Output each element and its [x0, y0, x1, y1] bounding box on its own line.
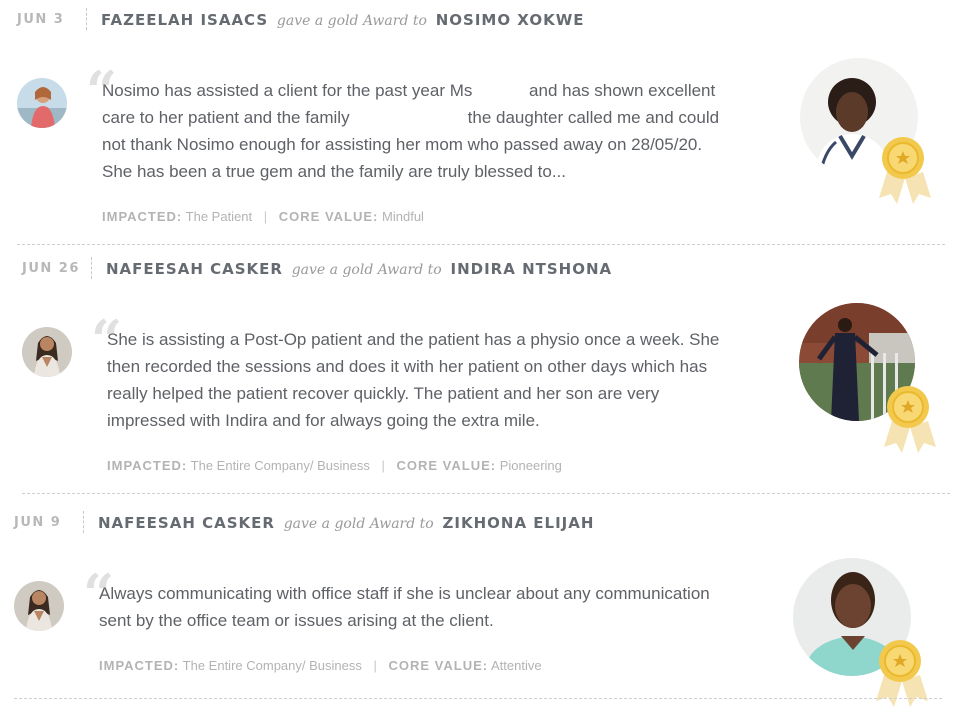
message-line: then recorded the sessions and does it w… [107, 357, 708, 376]
giver-avatar[interactable] [22, 327, 72, 377]
receiver-name[interactable]: ZIKHONA ELIJAH [443, 514, 595, 532]
award-action-text: gave a gold Award to [283, 516, 434, 532]
message-line: impressed with Indira and for always goi… [107, 411, 540, 430]
person-photo-icon [17, 78, 67, 128]
header-separator [86, 8, 87, 30]
core-value-value: Attentive [491, 658, 542, 673]
giver-name[interactable]: NAFEESAH CASKER [106, 260, 283, 278]
award-message: Always communicating with office staff i… [99, 580, 739, 634]
core-value-label: CORE VALUE: [388, 658, 489, 673]
impacted-label: IMPACTED: [107, 458, 188, 473]
meta-separator: | [373, 658, 377, 673]
award-meta: IMPACTED: The Entire Company/ Business |… [107, 458, 562, 473]
message-line: She has been a true gem and the family a… [102, 162, 566, 181]
award-action-text: gave a gold Award to [276, 13, 427, 29]
header-separator [91, 257, 92, 279]
entry-divider [22, 493, 950, 494]
message-line: care to her patient and the family the d… [102, 108, 720, 127]
receiver-name[interactable]: NOSIMO XOKWE [436, 11, 585, 29]
award-date: JUN 26 [22, 261, 80, 276]
award-action-text: gave a gold Award to [291, 262, 442, 278]
receiver-name[interactable]: INDIRA NTSHONA [451, 260, 613, 278]
impacted-value: The Entire Company/ Business [190, 458, 370, 473]
message-line: Always communicating with office staff i… [99, 584, 710, 603]
award-message: Nosimo has assisted a client for the pas… [102, 77, 742, 185]
award-date: JUN 3 [17, 12, 65, 27]
message-line: sent by the office team or issues arisin… [99, 611, 494, 630]
giver-avatar[interactable] [17, 78, 67, 128]
header-separator [83, 511, 84, 533]
award-message: She is assisting a Post-Op patient and t… [107, 326, 747, 434]
giver-name[interactable]: NAFEESAH CASKER [98, 514, 275, 532]
gold-medal-icon [880, 385, 940, 455]
giver-avatar[interactable] [14, 581, 64, 631]
meta-separator: | [381, 458, 385, 473]
gold-medal-icon [875, 136, 935, 206]
giver-name[interactable]: FAZEELAH ISAACS [101, 11, 268, 29]
message-line: Nosimo has assisted a client for the pas… [102, 81, 716, 100]
meta-separator: | [263, 209, 268, 224]
core-value-label: CORE VALUE: [278, 209, 379, 224]
core-value-value: Mindful [382, 209, 424, 224]
impacted-value: The Patient [185, 209, 253, 224]
core-value-label: CORE VALUE: [396, 458, 497, 473]
impacted-label: IMPACTED: [99, 658, 180, 673]
person-photo-icon [22, 327, 72, 377]
person-photo-icon [14, 581, 64, 631]
award-date: JUN 9 [14, 515, 62, 530]
impacted-value: The Entire Company/ Business [182, 658, 362, 673]
award-header: NAFEESAH CASKER gave a gold Award to IND… [106, 260, 612, 278]
message-line: really helped the patient recover quickl… [107, 384, 660, 403]
entry-divider [14, 698, 942, 699]
entry-divider [17, 244, 945, 245]
message-line: She is assisting a Post-Op patient and t… [107, 330, 720, 349]
impacted-label: IMPACTED: [102, 209, 183, 224]
award-meta: IMPACTED: The Entire Company/ Business |… [99, 658, 542, 673]
message-line: not thank Nosimo enough for assisting he… [102, 135, 703, 154]
core-value-value: Pioneering [499, 458, 562, 473]
award-header: NAFEESAH CASKER gave a gold Award to ZIK… [98, 514, 594, 532]
award-header: FAZEELAH ISAACS gave a gold Award to NOS… [101, 11, 585, 29]
award-meta: IMPACTED: The Patient | CORE VALUE: Mind… [102, 209, 424, 224]
